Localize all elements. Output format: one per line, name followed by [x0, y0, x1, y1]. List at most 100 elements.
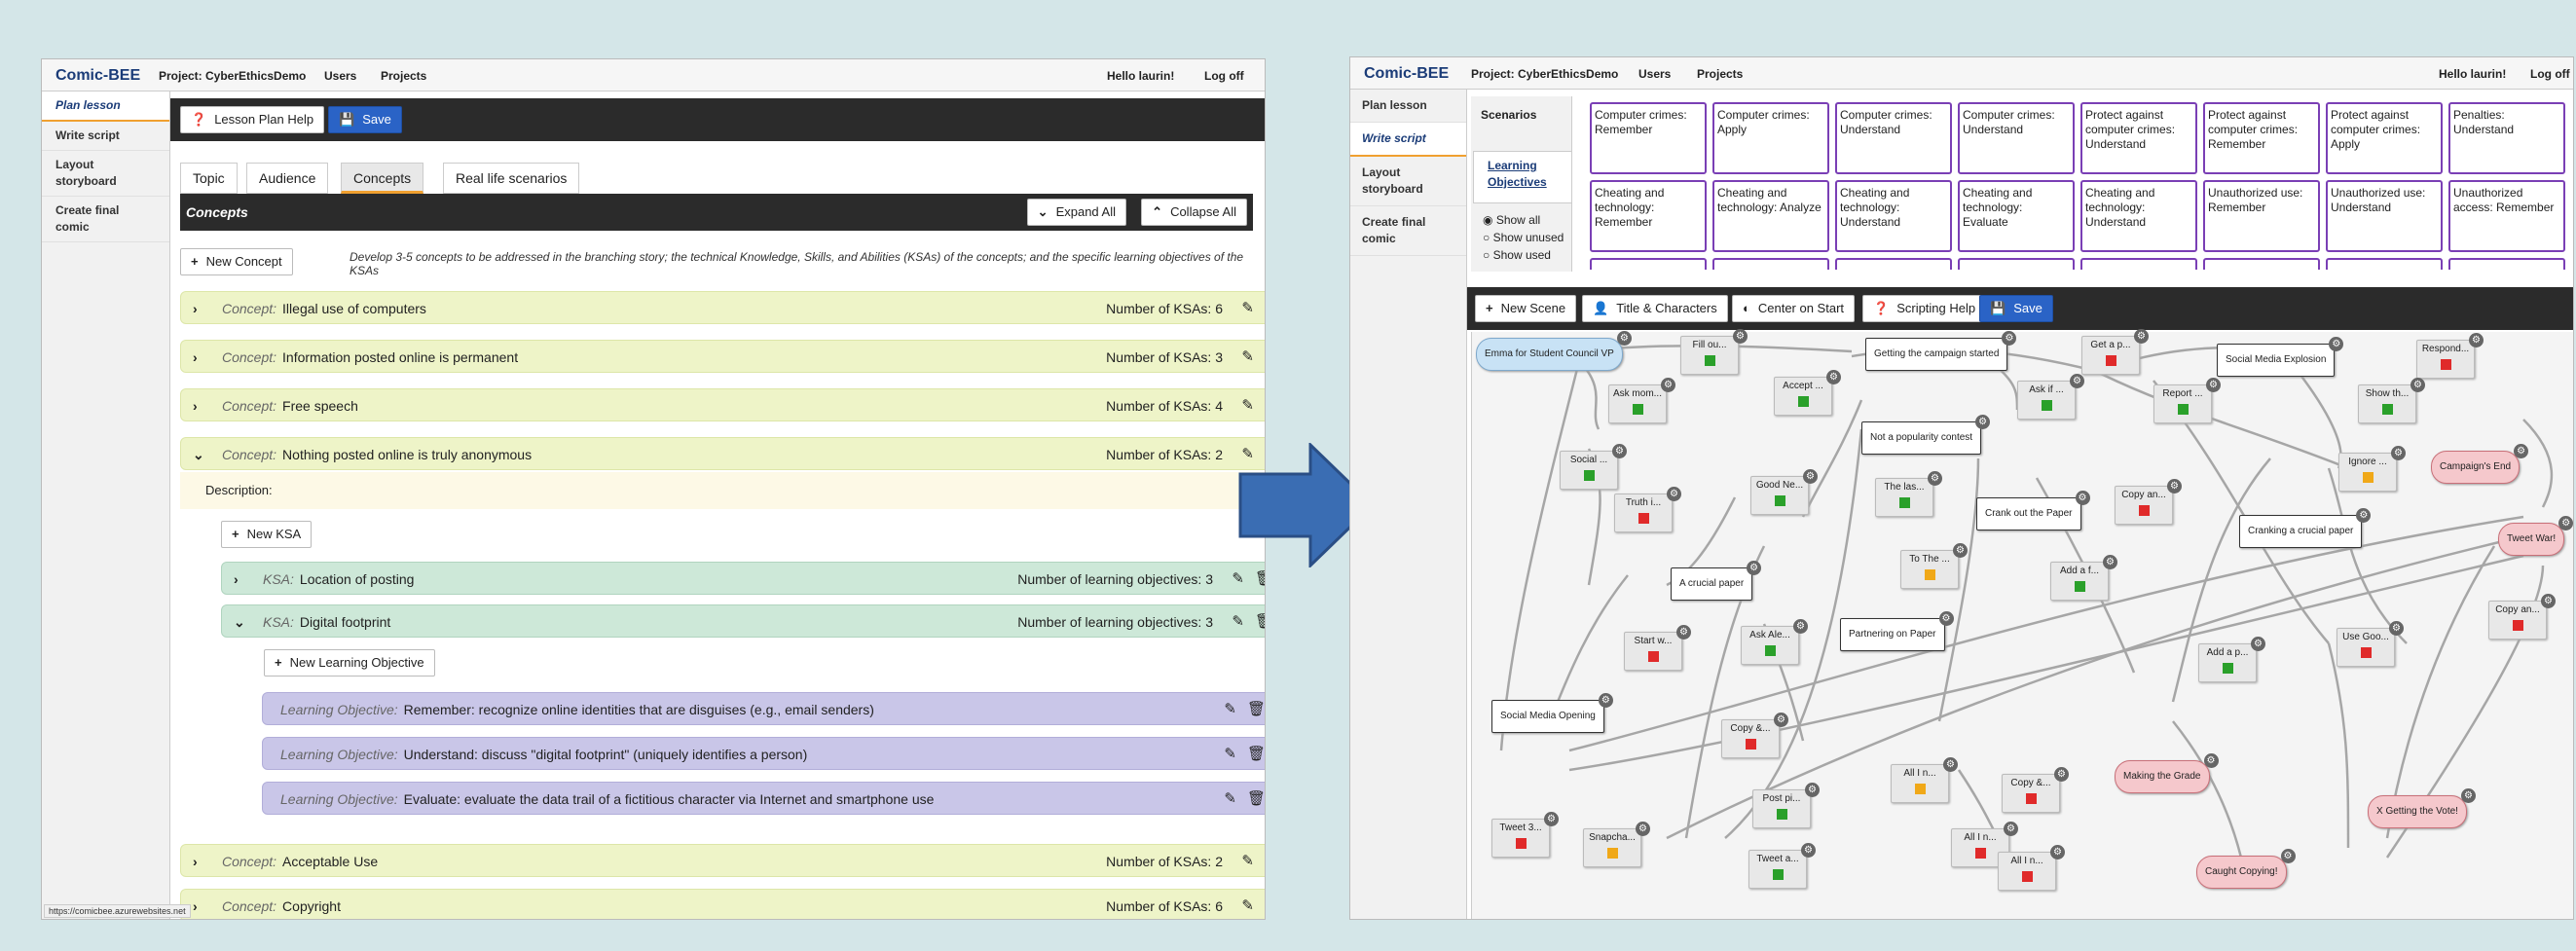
- gear-icon[interactable]: ⚙: [2070, 374, 2084, 388]
- gear-icon[interactable]: ⚙: [1805, 783, 1820, 797]
- concept-row-expanded[interactable]: ⌄ Concept: Nothing posted online is truly…: [180, 437, 1265, 470]
- scene-node[interactable]: Social Media Explosion ⚙: [2217, 337, 2344, 377]
- panel-node[interactable]: All I n... ⚙: [1998, 845, 2065, 891]
- concept-row[interactable]: › Concept: Illegal use of computers Numbe…: [180, 291, 1266, 325]
- gear-icon[interactable]: ⚙: [2469, 333, 2484, 347]
- brand-logo[interactable]: Comic-BEE: [1364, 65, 1449, 83]
- lo-card[interactable]: Cheating and technology: Understand: [1835, 180, 1952, 252]
- projects-link[interactable]: Projects: [381, 69, 426, 83]
- gear-icon[interactable]: ⚙: [2541, 594, 2556, 608]
- panel-node[interactable]: The las... ⚙: [1875, 471, 1942, 517]
- lo-card-partial[interactable]: [1590, 258, 1707, 270]
- panel-node[interactable]: Add a p... ⚙: [2198, 637, 2265, 682]
- lo-card[interactable]: Cheating and technology: Analyze: [1712, 180, 1829, 252]
- gear-icon[interactable]: ⚙: [1774, 713, 1788, 727]
- gear-icon[interactable]: ⚙: [2280, 849, 2296, 863]
- gear-icon[interactable]: ⚙: [2389, 621, 2404, 636]
- panel-node[interactable]: Snapcha... ⚙: [1583, 822, 1650, 867]
- gear-icon[interactable]: ⚙: [1938, 611, 1954, 626]
- gear-icon[interactable]: ⚙: [2050, 845, 2065, 860]
- chevron-right-icon[interactable]: ›: [193, 389, 198, 422]
- lo-card-partial[interactable]: [1835, 258, 1952, 270]
- new-ksa-button[interactable]: + New KSA: [221, 521, 313, 548]
- lo-card[interactable]: Penalties: Understand: [2448, 102, 2565, 174]
- tab-real-life-scenarios[interactable]: Real life scenarios: [443, 163, 580, 194]
- lo-card-partial[interactable]: [2203, 258, 2320, 270]
- panel-node[interactable]: Copy &... ⚙: [1721, 713, 1788, 758]
- pencil-icon[interactable]: ✎: [1241, 292, 1254, 325]
- sidebar-item-layout-storyboard[interactable]: Layout storyboard: [1350, 157, 1466, 206]
- lo-card[interactable]: Cheating and technology: Understand: [2080, 180, 2197, 252]
- pencil-icon[interactable]: ✎: [1232, 563, 1244, 596]
- lo-card[interactable]: Computer crimes: Understand: [1835, 102, 1952, 174]
- panel-node[interactable]: Report ... ⚙: [2153, 378, 2221, 423]
- chevron-right-icon[interactable]: ›: [193, 292, 198, 325]
- scene-node[interactable]: Crank out the Paper ⚙: [1976, 491, 2090, 530]
- users-link[interactable]: Users: [1638, 67, 1671, 81]
- tab-audience[interactable]: Audience: [246, 163, 329, 194]
- collapse-all-button[interactable]: ⌃ Collapse All: [1141, 199, 1247, 226]
- users-link[interactable]: Users: [324, 69, 356, 83]
- lo-card[interactable]: Cheating and technology: Evaluate: [1958, 180, 2075, 252]
- projects-link[interactable]: Projects: [1697, 67, 1743, 81]
- scene-node-end[interactable]: Making the Grade ⚙: [2115, 753, 2219, 793]
- scripting-help-button[interactable]: ❓ Scripting Help: [1862, 295, 1987, 322]
- new-learning-objective-button[interactable]: + New Learning Objective: [264, 649, 435, 677]
- trash-icon[interactable]: 🗑: [1265, 292, 1266, 325]
- trash-icon[interactable]: 🗑: [1265, 845, 1266, 878]
- gear-icon[interactable]: ⚙: [1793, 619, 1808, 634]
- panel-node[interactable]: Copy &... ⚙: [2002, 767, 2069, 813]
- new-scene-button[interactable]: + New Scene: [1475, 295, 1577, 322]
- chevron-right-icon[interactable]: ›: [193, 341, 198, 374]
- radio-show-used[interactable]: ○ Show used: [1483, 248, 1551, 262]
- sidebar-item-plan-lesson[interactable]: Plan lesson: [1350, 90, 1466, 123]
- scene-node-end[interactable]: Tweet War! ⚙: [2498, 516, 2573, 556]
- gear-icon[interactable]: ⚙: [1826, 370, 1841, 384]
- panel-node[interactable]: Social ... ⚙: [1560, 444, 1627, 490]
- gear-icon[interactable]: ⚙: [1953, 543, 1968, 558]
- gear-icon[interactable]: ⚙: [1598, 693, 1613, 708]
- tab-concepts[interactable]: Concepts: [341, 163, 424, 194]
- gear-icon[interactable]: ⚙: [2203, 753, 2219, 768]
- lesson-plan-help-button[interactable]: ❓ Lesson Plan Help: [180, 106, 325, 133]
- tab-learning-objectives[interactable]: Learning Objectives: [1473, 151, 1572, 203]
- ksa-row-expanded[interactable]: ⌄ KSA: Digital footprint Number of learni…: [221, 604, 1265, 639]
- lo-card[interactable]: Protect against computer crimes: Underst…: [2080, 102, 2197, 174]
- pencil-icon[interactable]: ✎: [1241, 389, 1254, 422]
- gear-icon[interactable]: ⚙: [2004, 822, 2018, 836]
- panel-node[interactable]: Ignore ... ⚙: [2338, 446, 2406, 492]
- lo-card[interactable]: Cheating and technology: Remember: [1590, 180, 1707, 252]
- save-button[interactable]: 💾 Save: [328, 106, 402, 133]
- logoff-link[interactable]: Log off: [2530, 67, 2570, 81]
- gear-icon[interactable]: ⚙: [1733, 329, 1748, 344]
- gear-icon[interactable]: ⚙: [2167, 479, 2182, 494]
- project-link[interactable]: Project: CyberEthicsDemo: [159, 69, 306, 83]
- gear-icon[interactable]: ⚙: [1676, 625, 1691, 640]
- panel-node[interactable]: Post pi... ⚙: [1752, 783, 1820, 828]
- pencil-icon[interactable]: ✎: [1241, 341, 1254, 374]
- sidebar-item-create-final-comic[interactable]: Create final comic: [42, 197, 169, 242]
- sidebar-item-create-final-comic[interactable]: Create final comic: [1350, 206, 1466, 256]
- radio-show-all[interactable]: ◉ Show all: [1483, 213, 1540, 227]
- panel-node[interactable]: Copy an... ⚙: [2488, 594, 2556, 640]
- scene-node[interactable]: Social Media Opening ⚙: [1491, 693, 1613, 733]
- pencil-icon[interactable]: ✎: [1241, 890, 1254, 919]
- scene-node[interactable]: A crucial paper ⚙: [1671, 561, 1762, 601]
- gear-icon[interactable]: ⚙: [2206, 378, 2221, 392]
- learning-objective-row[interactable]: Learning Objective: Remember: recognize o…: [262, 692, 1265, 725]
- pencil-icon[interactable]: ✎: [1224, 738, 1236, 771]
- panel-node[interactable]: Good Ne... ⚙: [1750, 469, 1818, 515]
- concept-row[interactable]: › Concept: Acceptable Use Number of KSAs:…: [180, 844, 1266, 878]
- pencil-icon[interactable]: ✎: [1232, 605, 1244, 639]
- gear-icon[interactable]: ⚙: [2410, 378, 2425, 392]
- title-characters-button[interactable]: 👤 Title & Characters: [1582, 295, 1728, 322]
- gear-icon[interactable]: ⚙: [2134, 329, 2149, 344]
- panel-node[interactable]: All I n... ⚙: [1891, 757, 1958, 803]
- tab-scenarios[interactable]: Scenarios: [1481, 108, 1536, 122]
- scene-node-end[interactable]: Campaign's End ⚙: [2431, 444, 2529, 484]
- panel-node[interactable]: Show th... ⚙: [2358, 378, 2425, 423]
- gear-icon[interactable]: ⚙: [2103, 555, 2117, 569]
- learning-objective-row[interactable]: Learning Objective: Evaluate: evaluate th…: [262, 782, 1265, 815]
- scene-node-end[interactable]: Caught Copying! ⚙: [2196, 849, 2296, 889]
- scene-node[interactable]: Cranking a crucial paper ⚙: [2239, 508, 2372, 548]
